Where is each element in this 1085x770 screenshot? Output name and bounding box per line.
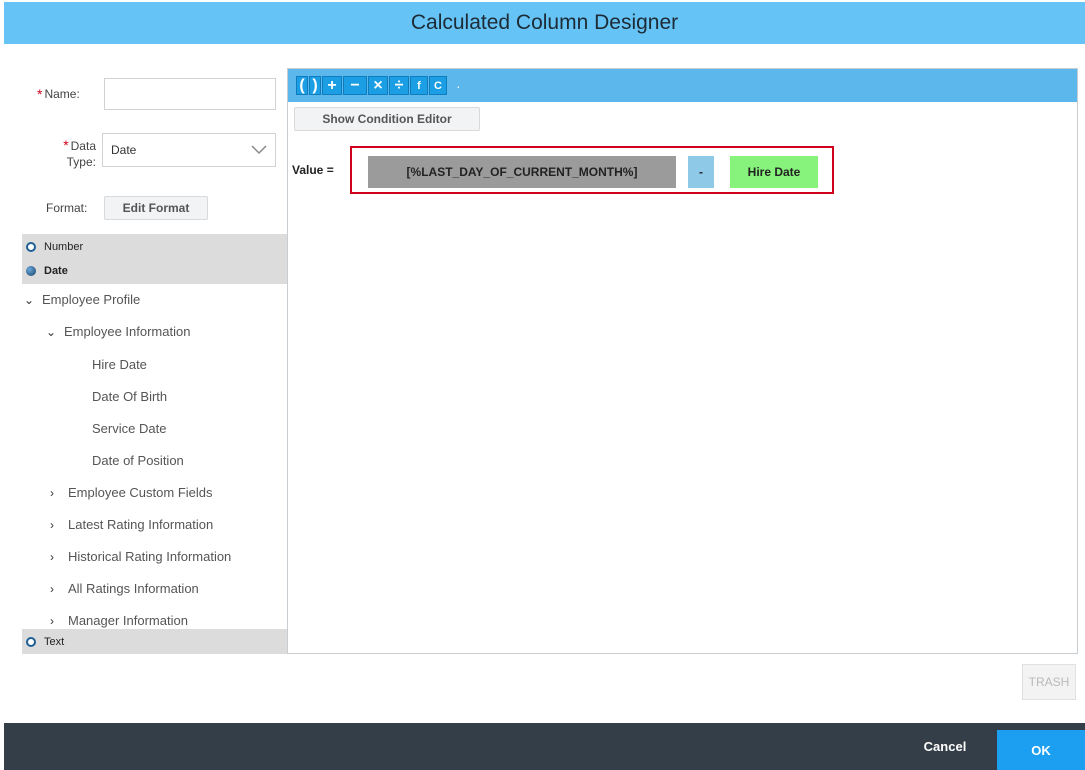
radio-date-label: Date [44, 265, 68, 277]
tree-field-date-of-birth[interactable]: Date Of Birth [92, 389, 167, 404]
tree-node-label: Employee Custom Fields [68, 485, 213, 500]
tree-field-date-of-position[interactable]: Date of Position [92, 453, 184, 468]
radio-number[interactable]: Number [26, 241, 83, 253]
name-input[interactable] [104, 78, 276, 110]
formula-editor: ( ) + − × ÷ f C · Show Condition Editor … [287, 68, 1078, 654]
ok-button[interactable]: OK [997, 730, 1085, 770]
radio-text[interactable]: Text [26, 636, 64, 648]
dialog-title: Calculated Column Designer [410, 11, 679, 34]
plus-button[interactable]: + [322, 76, 342, 95]
tree-node-historical-rating-information[interactable]: › Historical Rating Information [50, 549, 231, 564]
close-paren-button[interactable]: ) [309, 76, 321, 95]
chevron-right-icon: › [50, 485, 54, 500]
open-paren-button[interactable]: ( [296, 76, 308, 95]
dialog-title-bar: Calculated Column Designer [4, 2, 1085, 44]
chevron-right-icon: › [50, 549, 54, 564]
tree-node-employee-information[interactable]: ⌄ Employee Information [46, 324, 190, 339]
multiply-button[interactable]: × [368, 76, 388, 95]
data-type-select[interactable]: Date [102, 133, 276, 167]
value-label: Value = [292, 163, 334, 177]
data-type-label-line1: Data [70, 139, 96, 153]
tree-node-label: All Ratings Information [68, 581, 199, 596]
constant-button[interactable]: C [429, 76, 447, 95]
chevron-down-icon: ⌄ [24, 292, 35, 307]
tree-field-service-date[interactable]: Service Date [92, 421, 166, 436]
data-type-label-row: * Data Type: [50, 137, 96, 170]
tree-node-label: Employee Information [64, 324, 191, 339]
tree-node-manager-information[interactable]: › Manager Information [50, 613, 188, 628]
function-button[interactable]: f [410, 76, 428, 95]
field-tree: Number Date ⌄ Employee Profile ⌄ Employe… [22, 234, 287, 654]
required-marker: * [37, 86, 43, 102]
radio-date-indicator [26, 266, 36, 276]
radio-text-label: Text [44, 636, 65, 648]
chevron-down-icon: ⌄ [46, 324, 57, 339]
radio-number-indicator [26, 242, 36, 252]
name-label: Name: [44, 87, 80, 101]
format-label: Format: [46, 201, 87, 215]
expression-token-operator[interactable]: - [688, 156, 714, 188]
operator-toolbar: ( ) + − × ÷ f C · [288, 69, 1077, 102]
toolbar-more-indicator: · [456, 77, 461, 94]
tree-node-latest-rating-information[interactable]: › Latest Rating Information [50, 517, 213, 532]
edit-format-button[interactable]: Edit Format [104, 196, 208, 220]
minus-button[interactable]: − [343, 76, 367, 95]
data-type-value: Date [111, 143, 137, 157]
show-condition-editor-button[interactable]: Show Condition Editor [294, 107, 480, 131]
tree-field-hire-date[interactable]: Hire Date [92, 357, 147, 372]
expression-container[interactable]: [%LAST_DAY_OF_CURRENT_MONTH%] - Hire Dat… [350, 146, 834, 194]
cancel-button[interactable]: Cancel [908, 723, 982, 770]
expression-token-variable[interactable]: [%LAST_DAY_OF_CURRENT_MONTH%] [368, 156, 676, 188]
radio-date[interactable]: Date [26, 265, 68, 277]
tree-node-employee-profile[interactable]: ⌄ Employee Profile [24, 292, 140, 307]
tree-node-label: Latest Rating Information [68, 517, 214, 532]
divide-button[interactable]: ÷ [389, 76, 409, 95]
tree-node-label: Manager Information [68, 613, 188, 628]
trash-button[interactable]: TRASH [1022, 664, 1076, 700]
required-marker: * [63, 137, 69, 153]
data-type-label-line2: Type: [66, 155, 96, 169]
chevron-right-icon: › [50, 517, 54, 532]
chevron-right-icon: › [50, 613, 54, 628]
tree-node-label: Historical Rating Information [68, 549, 232, 564]
radio-number-label: Number [44, 241, 84, 253]
tree-node-label: Employee Profile [42, 292, 141, 307]
chevron-down-icon [251, 145, 267, 155]
tree-node-all-ratings-information[interactable]: › All Ratings Information [50, 581, 199, 596]
chevron-right-icon: › [50, 581, 54, 596]
expression-token-field[interactable]: Hire Date [730, 156, 818, 188]
format-label-text: Format: [46, 201, 88, 215]
radio-text-indicator [26, 637, 36, 647]
tree-node-employee-custom-fields[interactable]: › Employee Custom Fields [50, 485, 213, 500]
name-label-row: * Name: [37, 86, 80, 102]
